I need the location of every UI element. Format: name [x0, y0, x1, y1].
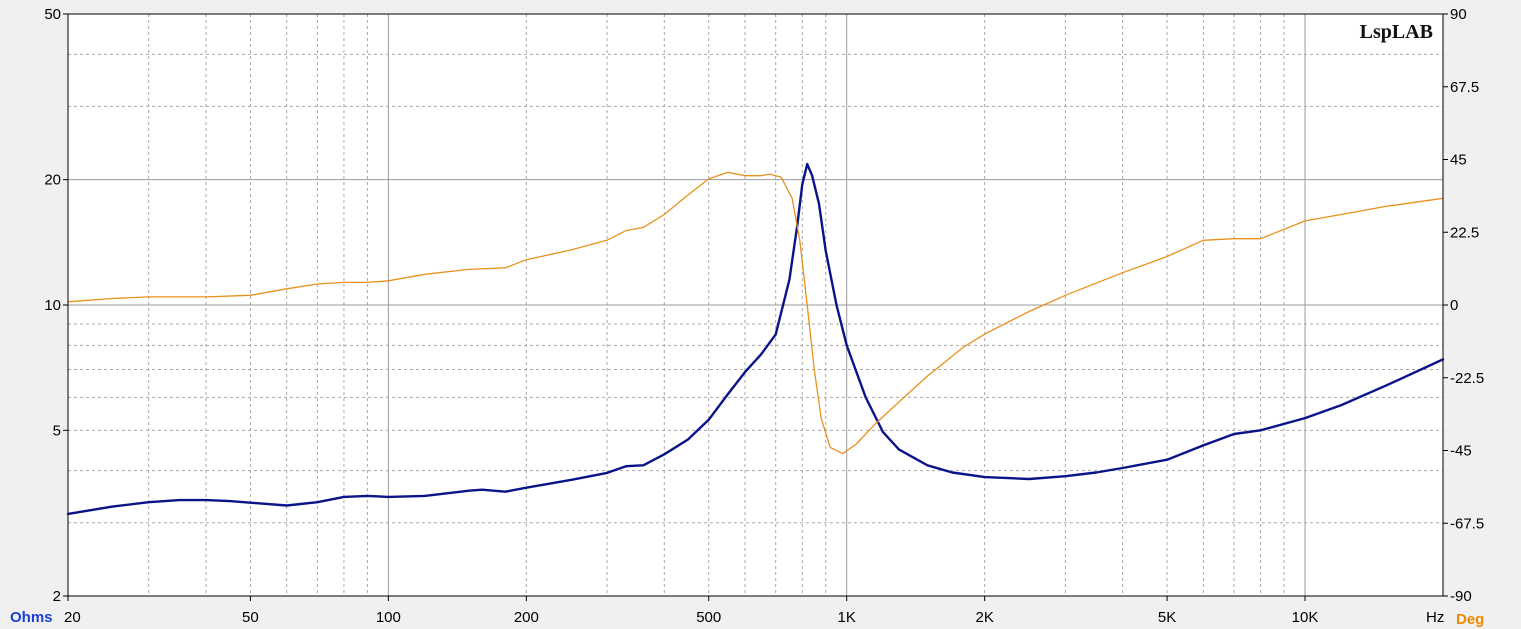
left-tick-label: 5	[53, 422, 61, 439]
x-tick-label: 50	[242, 609, 259, 626]
x-tick-label: 500	[696, 609, 721, 626]
left-tick-label: 2	[53, 588, 61, 605]
right-tick-label: -67.5	[1450, 515, 1484, 532]
right-tick-label: 0	[1450, 297, 1458, 314]
chart-svg: 2 5 10 20 50 90 67.5 45 22.5 0 -22.5 -45 -67.5 -90 20 5…	[10, 6, 1484, 628]
left-tick-label: 50	[44, 6, 61, 23]
x-axis-unit: Hz	[1426, 609, 1444, 626]
x-tick-label: 100	[376, 609, 401, 626]
x-tick-label: 200	[514, 609, 539, 626]
x-tick-label: 10K	[1292, 609, 1319, 626]
impedance-phase-chart: 2 5 10 20 50 90 67.5 45 22.5 0 -22.5 -45 -67.5 -90 20 5…	[0, 0, 1521, 629]
left-axis-unit: Ohms	[10, 609, 53, 626]
right-tick-label: 45	[1450, 152, 1467, 169]
left-tick-label: 20	[44, 172, 61, 189]
x-tick-label: 1K	[838, 609, 856, 626]
x-tick-label: 5K	[1158, 609, 1176, 626]
watermark-logo: LspLAB	[1360, 21, 1433, 43]
right-tick-label: 90	[1450, 6, 1467, 23]
x-tick-label: 2K	[975, 609, 993, 626]
right-axis-unit: Deg	[1456, 611, 1484, 628]
right-tick-label: 22.5	[1450, 224, 1479, 241]
right-tick-label: -22.5	[1450, 370, 1484, 387]
left-tick-label: 10	[44, 297, 61, 314]
right-tick-label: 67.5	[1450, 79, 1479, 96]
right-tick-label: -90	[1450, 588, 1472, 605]
x-tick-label: 20	[64, 609, 81, 626]
right-tick-label: -45	[1450, 443, 1472, 460]
